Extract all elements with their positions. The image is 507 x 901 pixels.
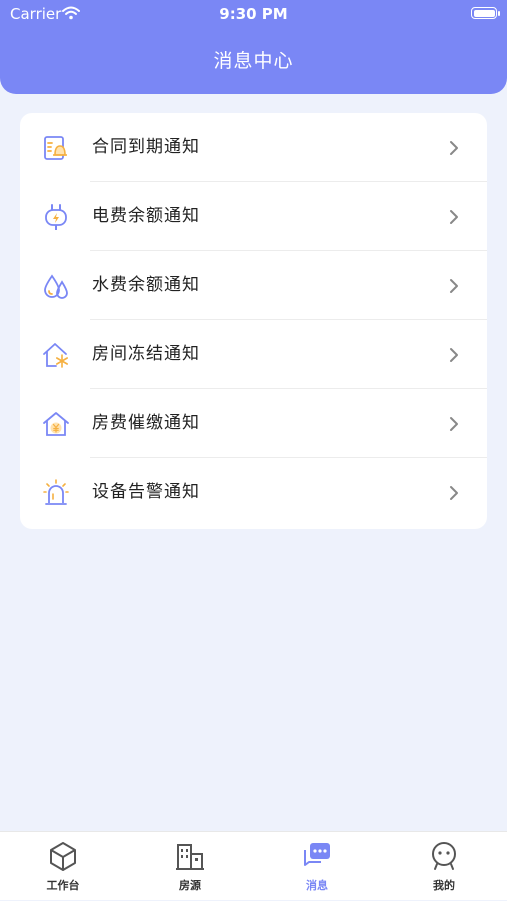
- tab-mine[interactable]: 我的: [381, 832, 507, 901]
- list-item-contract-expiry[interactable]: 合同到期通知: [20, 113, 487, 182]
- house-snowflake-icon: [43, 343, 69, 368]
- header: Carrier 9:30 PM 消息中心: [0, 0, 507, 94]
- power-plug-icon: [45, 204, 67, 230]
- list-item-label: 房费催缴通知: [92, 413, 200, 433]
- list-item-rent-reminder[interactable]: 房费催缴通知: [20, 389, 487, 458]
- list-item-label: 水费余额通知: [92, 275, 200, 295]
- chevron-right-icon: [450, 210, 458, 224]
- chevron-right-icon: [450, 348, 458, 362]
- tab-label: 我的: [433, 879, 455, 892]
- battery-cap: [498, 11, 500, 16]
- contract-bell-icon: [44, 136, 67, 160]
- list-item-label: 电费余额通知: [92, 206, 200, 226]
- status-bar: Carrier 9:30 PM: [0, 0, 507, 28]
- chevron-right-icon: [450, 141, 458, 155]
- list-item-label: 设备告警通知: [92, 482, 200, 502]
- chevron-right-icon: [450, 486, 458, 500]
- tab-messages[interactable]: 消息: [254, 832, 380, 901]
- list-item-electricity-balance[interactable]: 电费余额通知: [20, 182, 487, 251]
- alarm-light-icon: [43, 479, 69, 505]
- tab-label: 消息: [306, 879, 328, 892]
- water-drops-icon: [44, 274, 68, 299]
- list-item-label: 房间冻结通知: [92, 344, 200, 364]
- face-icon: [432, 842, 456, 870]
- notification-list: 合同到期通知 电费余额通知 水费余额通知 房间冻结通知 房费催缴通知 设备告警通…: [20, 113, 487, 529]
- battery-icon: [471, 7, 497, 19]
- tab-workbench[interactable]: 工作台: [0, 832, 126, 901]
- tab-label: 房源: [179, 879, 201, 892]
- tab-label: 工作台: [46, 879, 80, 892]
- tab-bar: 工作台 房源 消息 我的: [0, 831, 507, 900]
- house-yuan-icon: [43, 412, 69, 436]
- chat-icon: [304, 843, 330, 866]
- list-item-device-alarm[interactable]: 设备告警通知: [20, 458, 487, 527]
- buildings-icon: [176, 844, 204, 870]
- status-time: 9:30 PM: [219, 5, 288, 23]
- chevron-right-icon: [450, 279, 458, 293]
- page-title: 消息中心: [213, 50, 294, 72]
- cube-icon: [50, 842, 76, 871]
- list-item-water-balance[interactable]: 水费余额通知: [20, 251, 487, 320]
- list-item-label: 合同到期通知: [92, 137, 200, 157]
- list-item-room-frozen[interactable]: 房间冻结通知: [20, 320, 487, 389]
- chevron-right-icon: [450, 417, 458, 431]
- tab-listings[interactable]: 房源: [127, 832, 253, 901]
